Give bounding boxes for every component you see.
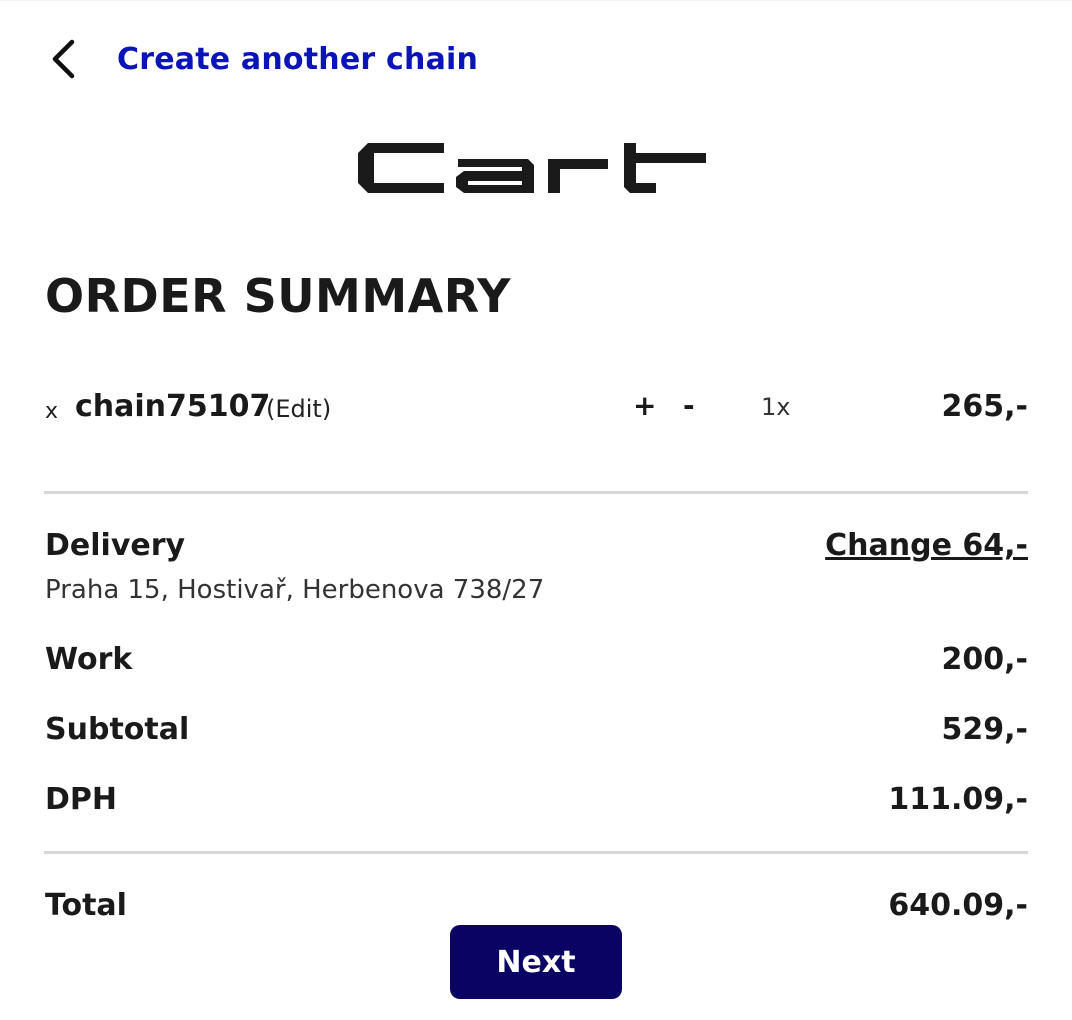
subtotal-row: Subtotal 529,- (45, 712, 1028, 752)
dph-value: 111.09,- (888, 782, 1028, 817)
page-title: ORDER SUMMARY (45, 269, 511, 323)
next-button[interactable]: Next (450, 925, 622, 999)
subtotal-label: Subtotal (45, 712, 190, 747)
cart-logo (358, 143, 706, 193)
delivery-row: Delivery Change 64,- (45, 528, 1028, 568)
delivery-address: Praha 15, Hostivař, Herbenova 738/27 (45, 575, 545, 605)
dph-label: DPH (45, 782, 117, 817)
back-link-label: Create another chain (117, 41, 479, 77)
total-label: Total (45, 888, 127, 923)
divider (44, 491, 1028, 494)
edit-item-link[interactable]: (Edit) (266, 395, 331, 423)
chevron-left-icon (52, 39, 75, 79)
work-label: Work (45, 642, 133, 677)
decrease-quantity-button[interactable]: - (683, 389, 695, 422)
cart-page: Create another chain ORDER SUMMARY x cha… (0, 0, 1072, 1020)
total-row: Total 640.09,- (45, 888, 1028, 928)
total-value: 640.09,- (888, 888, 1028, 923)
divider (44, 851, 1028, 854)
increase-quantity-button[interactable]: + (633, 389, 656, 422)
change-delivery-link[interactable]: Change 64,- (825, 528, 1028, 563)
dph-row: DPH 111.09,- (45, 782, 1028, 822)
delivery-label: Delivery (45, 528, 186, 563)
cart-item-row: x chain75107 (Edit) + - 1x 265,- (45, 389, 1028, 433)
create-another-chain-link[interactable]: Create another chain (46, 35, 478, 83)
work-value: 200,- (941, 642, 1028, 677)
item-name: chain75107 (75, 389, 271, 424)
work-row: Work 200,- (45, 642, 1028, 682)
item-price: 265,- (941, 389, 1028, 424)
subtotal-value: 529,- (941, 712, 1028, 747)
item-quantity: 1x (761, 393, 791, 421)
remove-item-button[interactable]: x (45, 399, 58, 424)
